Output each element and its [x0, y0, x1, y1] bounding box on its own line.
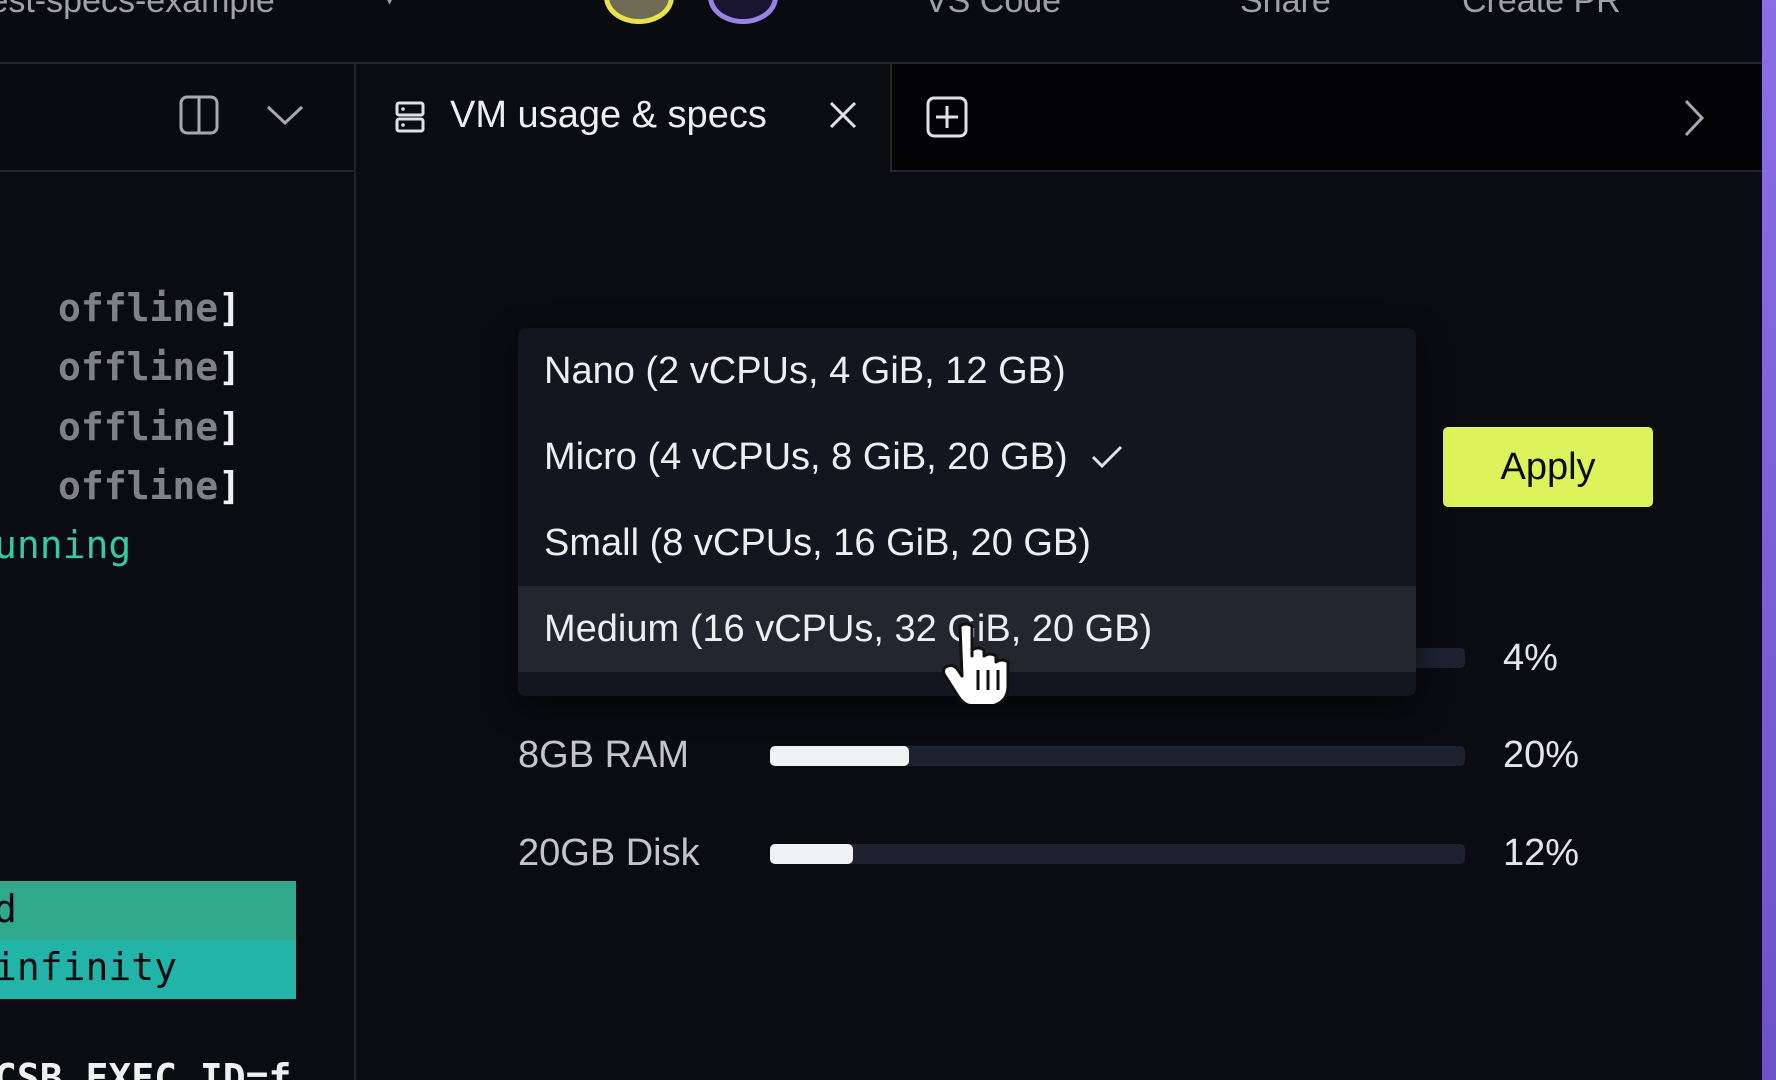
tab-vm-usage[interactable]: VM usage & specs — [356, 64, 892, 172]
terminal-line: offline] — [58, 405, 242, 449]
terminal-selection: d infinity — [0, 881, 296, 999]
menu-item-label: Nano (2 vCPUs, 4 GiB, 12 GB) — [544, 349, 1066, 392]
tab-bar: VM usage & specs — [356, 64, 1762, 172]
terminal-line: unning — [0, 523, 132, 567]
menu-item-label: Medium (16 vCPUs, 32 GiB, 20 GB) — [544, 607, 1153, 650]
disk-usage-fill — [770, 844, 854, 864]
create-pr-button[interactable]: Create PR — [1462, 0, 1621, 21]
apply-button[interactable]: Apply — [1443, 427, 1653, 507]
avatar[interactable] — [708, 0, 778, 24]
disk-usage-percent: 12% — [1503, 832, 1580, 874]
menu-item-nano[interactable]: Nano (2 vCPUs, 4 GiB, 12 GB) — [518, 328, 1416, 414]
new-tab-icon[interactable] — [926, 96, 968, 143]
avatar[interactable] — [604, 0, 674, 24]
chevron-down-icon[interactable] — [264, 94, 306, 136]
share-button[interactable]: Share — [1240, 0, 1331, 21]
hand-cursor-icon — [942, 620, 1014, 709]
vs-code-button[interactable]: VS Code — [925, 0, 1061, 21]
ram-usage-bar — [770, 746, 1465, 766]
menu-item-micro[interactable]: Micro (4 vCPUs, 8 GiB, 20 GB) — [518, 414, 1416, 500]
usage-label: 8GB RAM — [518, 734, 690, 776]
split-view-icon[interactable] — [178, 94, 220, 136]
terminal-pane: offline] offline] offline] offline] unni… — [0, 64, 356, 1080]
terminal-line: offline] — [58, 345, 242, 389]
close-icon[interactable] — [828, 100, 858, 135]
check-icon — [1090, 444, 1124, 470]
usage-label: 20GB Disk — [518, 832, 700, 874]
menu-item-label: Micro (4 vCPUs, 8 GiB, 20 GB) — [544, 435, 1068, 478]
pane-header — [0, 64, 354, 172]
menu-item-small[interactable]: Small (8 vCPUs, 16 GiB, 20 GB) — [518, 500, 1416, 586]
terminal-line: CSB_EXEC_ID=f — [0, 1056, 292, 1080]
disk-usage-bar — [770, 844, 1465, 864]
cpu-usage-percent: 4% — [1503, 637, 1558, 679]
chevron-right-icon[interactable] — [1682, 98, 1706, 143]
terminal-line: d — [0, 887, 17, 931]
menu-item-label: Small (8 vCPUs, 16 GiB, 20 GB) — [544, 521, 1091, 564]
terminal-line: infinity — [0, 945, 178, 989]
server-icon — [394, 100, 426, 139]
top-bar: test-specs-example ▾ VS Code Share Creat… — [0, 0, 1762, 64]
project-chevron-icon[interactable]: ▾ — [382, 0, 397, 13]
window-edge — [1762, 0, 1776, 1080]
project-name[interactable]: test-specs-example — [0, 0, 275, 21]
terminal-line: offline] — [58, 286, 242, 330]
tab-label: VM usage & specs — [450, 94, 767, 136]
ram-usage-fill — [770, 746, 909, 766]
terminal-line: offline] — [58, 464, 242, 508]
ram-usage-percent: 20% — [1503, 734, 1580, 776]
